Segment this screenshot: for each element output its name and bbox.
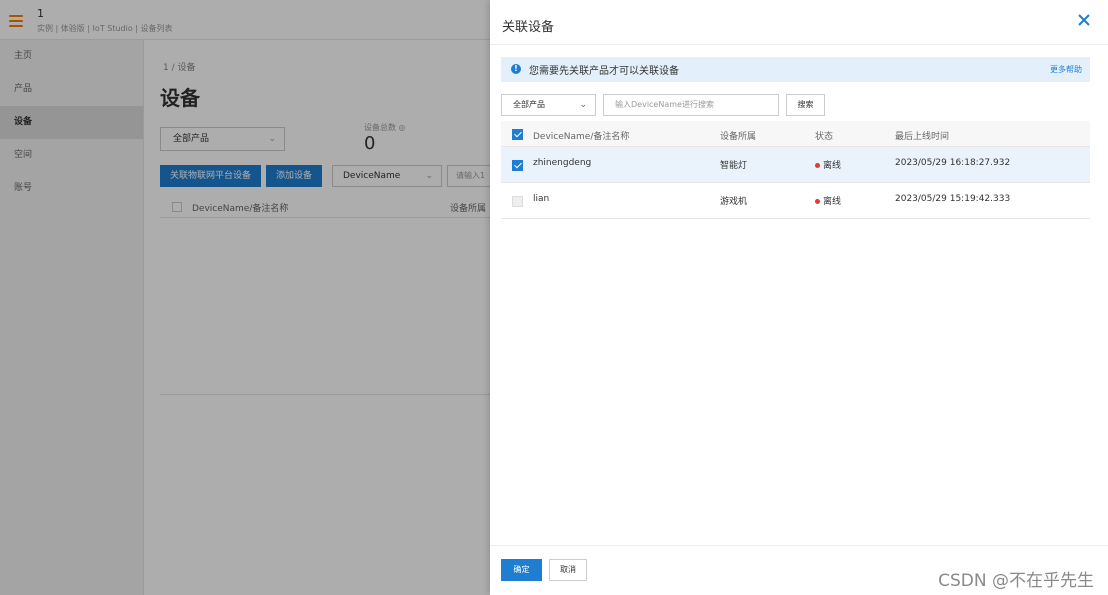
device-status: 离线: [815, 194, 841, 207]
drawer-title: 关联设备: [502, 20, 555, 35]
device-product: 智能灯: [720, 161, 748, 171]
device-product: 游戏机: [720, 197, 748, 207]
offline-status-dot-icon: [815, 199, 820, 204]
device-search-input[interactable]: 输入DeviceName进行搜索: [603, 94, 779, 116]
column-header-last-online: 最后上线时间: [895, 132, 950, 142]
info-icon: !: [511, 64, 521, 74]
device-name: zhinengdeng: [533, 158, 592, 168]
device-last-online: 2023/05/29 15:19:42.333: [895, 194, 1011, 204]
device-status: 离线: [815, 158, 841, 171]
column-header-product: 设备所属: [720, 132, 757, 142]
modal-overlay[interactable]: [0, 0, 490, 595]
info-notice: ! 您需要先关联产品才可以关联设备 更多帮助: [501, 57, 1090, 82]
link-device-drawer: 关联设备 ! 您需要先关联产品才可以关联设备 更多帮助 全部产品 ⌄ 输入Dev…: [490, 0, 1108, 595]
confirm-button[interactable]: 确定: [501, 559, 542, 581]
table-row[interactable]: lian 游戏机 离线 2023/05/29 15:19:42.333: [501, 183, 1090, 219]
search-button[interactable]: 搜索: [786, 94, 825, 116]
table-row[interactable]: zhinengdeng 智能灯 离线 2023/05/29 16:18:27.9…: [501, 147, 1090, 183]
app-root: 1 实例 | 体验版 | IoT Studio | 设备列表 主页 产品 设备 …: [0, 0, 1108, 595]
close-icon[interactable]: [1076, 12, 1092, 28]
row-checkbox[interactable]: [512, 160, 523, 171]
device-status-text: 离线: [823, 161, 842, 171]
device-last-online: 2023/05/29 16:18:27.932: [895, 158, 1011, 168]
select-all-checkbox[interactable]: [512, 129, 523, 140]
drawer-header: 关联设备: [490, 0, 1108, 45]
drawer-footer: 确定 取消 CSDN @不在乎先生: [490, 545, 1108, 595]
cancel-button[interactable]: 取消: [549, 559, 587, 581]
more-help-link[interactable]: 更多帮助: [1050, 64, 1082, 75]
drawer-product-select-value: 全部产品: [513, 100, 545, 109]
chevron-down-icon: ⌄: [579, 100, 587, 110]
notice-text: 您需要先关联产品才可以关联设备: [529, 66, 679, 77]
row-checkbox[interactable]: [512, 196, 523, 207]
watermark: CSDN @不在乎先生: [938, 571, 1094, 591]
device-status-text: 离线: [823, 197, 842, 207]
device-table: DeviceName/备注名称 设备所属 状态 最后上线时间 zhinengde…: [501, 121, 1090, 219]
table-header-row: DeviceName/备注名称 设备所属 状态 最后上线时间: [501, 121, 1090, 147]
column-header-name: DeviceName/备注名称: [533, 132, 630, 142]
device-name: lian: [533, 194, 550, 204]
offline-status-dot-icon: [815, 163, 820, 168]
column-header-status: 状态: [815, 132, 834, 142]
drawer-product-select[interactable]: 全部产品 ⌄: [501, 94, 596, 116]
